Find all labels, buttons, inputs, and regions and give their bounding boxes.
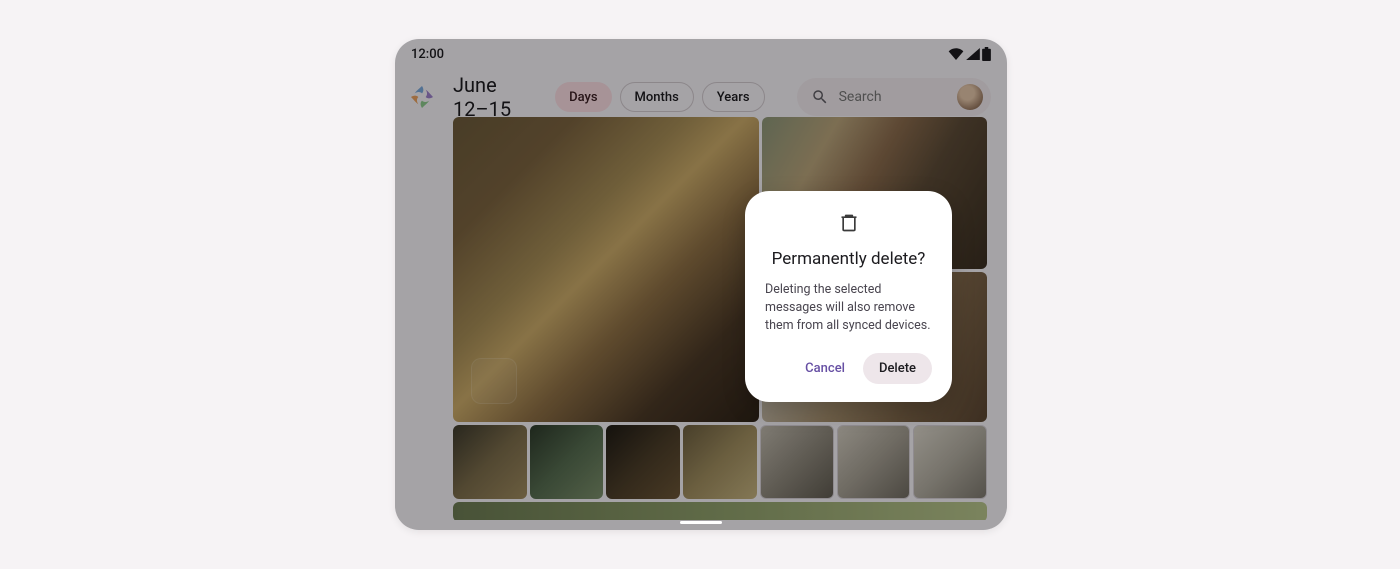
search-input[interactable]: [839, 89, 947, 105]
wifi-icon: [948, 48, 964, 60]
photo-thumb[interactable]: [760, 425, 834, 499]
status-bar: 12:00: [395, 39, 1007, 69]
search-icon: [811, 88, 829, 106]
search-field[interactable]: [797, 78, 991, 116]
photo-thumb[interactable]: [683, 425, 757, 499]
photo-thumb[interactable]: [837, 425, 911, 499]
tablet-device-frame: 12:00 June 12–15 Days Months: [395, 39, 1007, 530]
view-range-tabs: Days Months Years: [555, 82, 765, 112]
confirm-delete-dialog: Permanently delete? Deleting the selecte…: [745, 191, 952, 402]
tab-months[interactable]: Months: [620, 82, 694, 112]
photo-thumb[interactable]: [913, 425, 987, 499]
tab-years[interactable]: Years: [702, 82, 765, 112]
navigation-pill[interactable]: [680, 521, 722, 524]
delete-button[interactable]: Delete: [863, 353, 932, 384]
dialog-title: Permanently delete?: [765, 249, 932, 269]
delete-icon: [839, 213, 859, 237]
cellular-signal-icon: [966, 48, 980, 60]
photo-band[interactable]: [453, 502, 987, 520]
photo-thumb[interactable]: [606, 425, 680, 499]
photo-thumb[interactable]: [530, 425, 604, 499]
status-clock: 12:00: [411, 47, 444, 62]
status-icons: [948, 47, 991, 61]
dialog-actions: Cancel Delete: [765, 353, 932, 384]
photos-app-logo[interactable]: [411, 85, 433, 109]
dialog-body-text: Deleting the selected messages will also…: [765, 281, 932, 335]
photo-thumb[interactable]: [453, 425, 527, 499]
cancel-button[interactable]: Cancel: [797, 355, 853, 382]
tab-days[interactable]: Days: [555, 82, 611, 112]
battery-icon: [982, 47, 991, 61]
photo-hero[interactable]: [453, 117, 759, 422]
date-range-title: June 12–15: [453, 73, 529, 121]
avatar[interactable]: [957, 84, 983, 110]
